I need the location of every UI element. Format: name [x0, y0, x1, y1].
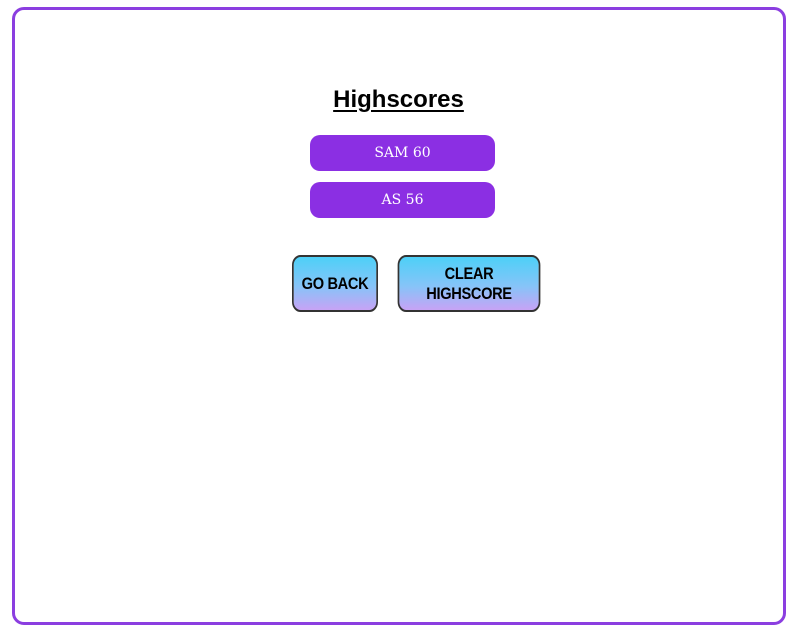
clear-highscore-button[interactable]: CLEAR HIGHSCORE — [397, 255, 541, 312]
page-title: Highscores — [333, 86, 464, 113]
highscore-entry: AS 56 — [310, 182, 495, 218]
highscore-entry: SAM 60 — [310, 135, 495, 171]
go-back-button[interactable]: GO BACK — [292, 255, 378, 312]
